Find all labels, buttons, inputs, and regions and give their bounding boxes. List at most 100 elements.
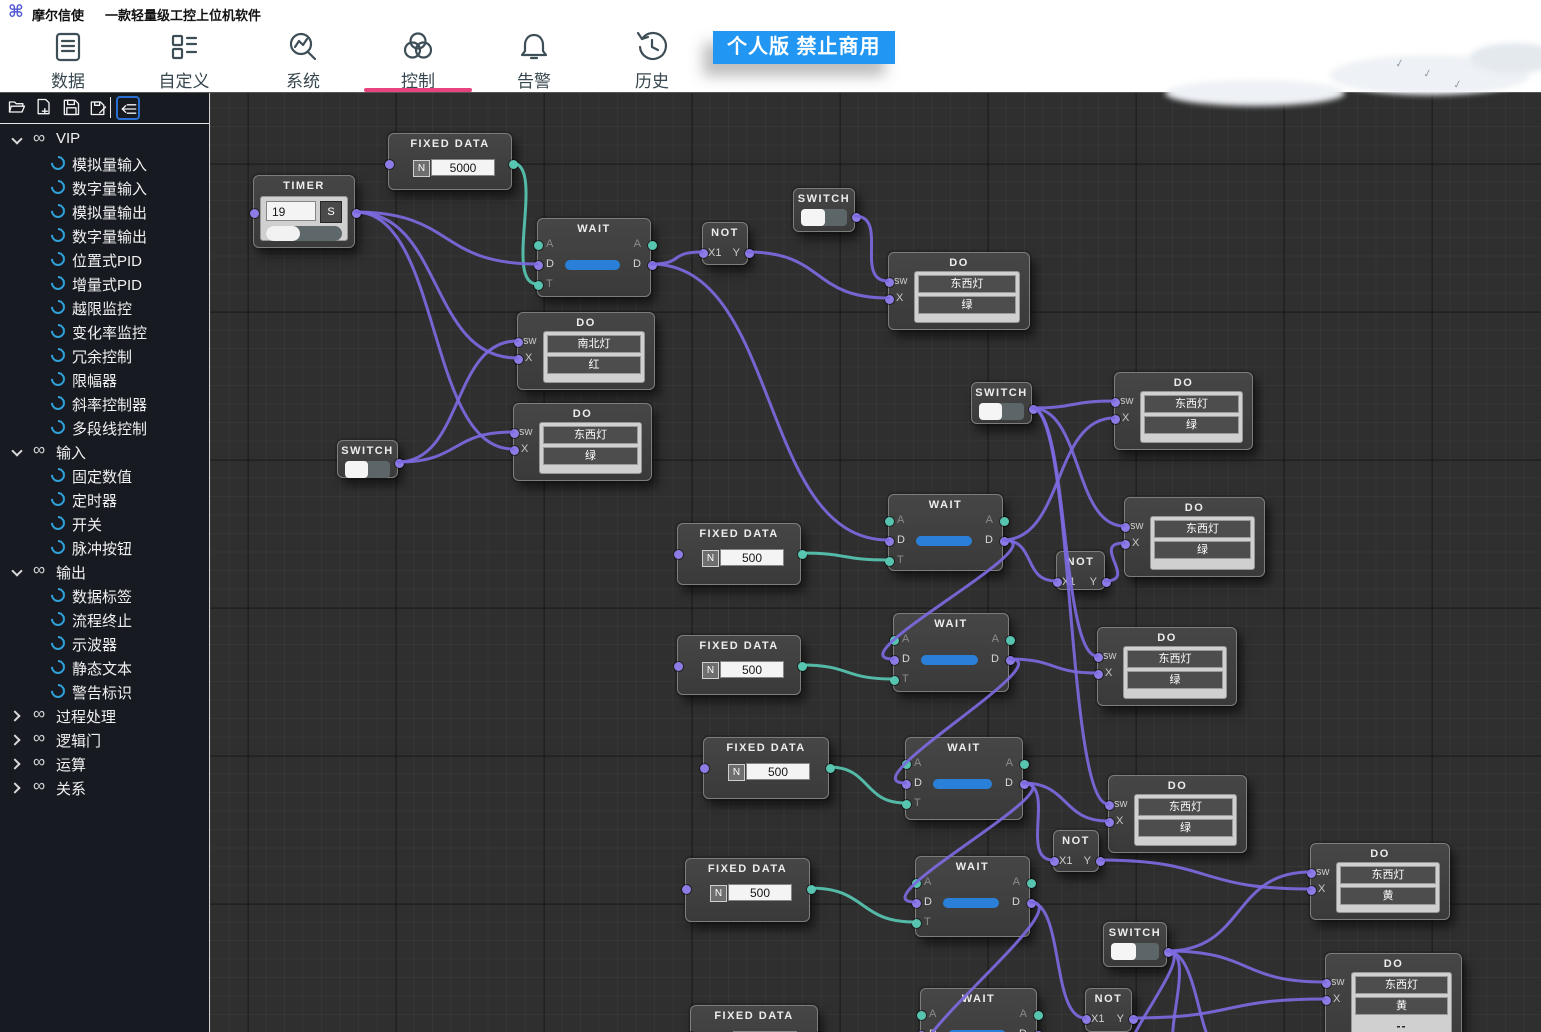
collapse-button[interactable] xyxy=(116,96,140,120)
port-Ar[interactable] xyxy=(1006,636,1015,645)
port-sw[interactable] xyxy=(510,429,519,438)
fixed-value-field[interactable]: 500 xyxy=(728,884,792,901)
chevron-down-icon[interactable] xyxy=(11,445,22,456)
switch-toggle[interactable] xyxy=(345,461,390,478)
port-out[interactable] xyxy=(798,550,807,559)
chevron-right-icon[interactable] xyxy=(9,734,20,745)
port-out[interactable] xyxy=(852,213,861,222)
port-out[interactable] xyxy=(1129,1015,1138,1024)
node-do[interactable]: DOswX东西灯绿-- xyxy=(513,403,652,481)
switch-toggle[interactable] xyxy=(801,209,847,226)
node-wait[interactable]: WAITADTAD xyxy=(920,988,1037,1032)
port-Ar[interactable] xyxy=(1034,1011,1043,1020)
node-do[interactable]: DOswX东西灯绿-- xyxy=(1097,627,1237,706)
tree-item-脉冲按钮[interactable]: 脉冲按钮 xyxy=(0,535,209,559)
tab-告警[interactable]: 告警 xyxy=(478,25,590,92)
port-Dl[interactable] xyxy=(890,656,899,665)
timer-value-field[interactable]: 19 xyxy=(266,201,316,221)
port-X[interactable] xyxy=(514,355,523,364)
node-do[interactable]: DOswX东西灯绿-- xyxy=(1108,775,1247,853)
node-do[interactable]: DOswX东西灯黄-- xyxy=(1325,953,1462,1032)
port-in[interactable] xyxy=(700,764,709,773)
file-add-button[interactable] xyxy=(33,96,57,120)
port-Tl[interactable] xyxy=(902,800,911,809)
port-Dr[interactable] xyxy=(1006,656,1015,665)
port-Dr[interactable] xyxy=(1020,780,1029,789)
port-sw[interactable] xyxy=(1111,398,1120,407)
chevron-down-icon[interactable] xyxy=(11,133,22,144)
port-X[interactable] xyxy=(1322,996,1331,1005)
tree-group-关系[interactable]: ∞关系 xyxy=(0,775,209,799)
port-in[interactable] xyxy=(699,249,708,258)
chevron-down-icon[interactable] xyxy=(11,565,22,576)
node-fixed[interactable]: FIXED DATAN500 xyxy=(677,635,801,695)
tree-item-定时器[interactable]: 定时器 xyxy=(0,487,209,511)
port-Dl[interactable] xyxy=(534,261,543,270)
switch-toggle[interactable] xyxy=(1111,943,1159,960)
tree-group-过程处理[interactable]: ∞过程处理 xyxy=(0,703,209,727)
tree-item-开关[interactable]: 开关 xyxy=(0,511,209,535)
tree-item-位置式PID[interactable]: 位置式PID xyxy=(0,247,209,271)
tree-item-数字量输入[interactable]: 数字量输入 xyxy=(0,175,209,199)
port-Al[interactable] xyxy=(912,879,921,888)
port-X[interactable] xyxy=(1307,886,1316,895)
port-out[interactable] xyxy=(798,662,807,671)
port-sw[interactable] xyxy=(1322,979,1331,988)
tree-item-冗余控制[interactable]: 冗余控制 xyxy=(0,343,209,367)
fixed-value-field[interactable]: 5000 xyxy=(431,159,495,176)
port-in[interactable] xyxy=(682,885,691,894)
node-switch[interactable]: SWITCH xyxy=(1103,922,1167,967)
timer-unit-button[interactable]: S xyxy=(320,201,342,223)
port-X[interactable] xyxy=(1121,540,1130,549)
tree-item-静态文本[interactable]: 静态文本 xyxy=(0,655,209,679)
port-X[interactable] xyxy=(1094,670,1103,679)
tab-控制[interactable]: 控制 xyxy=(362,25,474,92)
port-Dr[interactable] xyxy=(1027,899,1036,908)
port-sw[interactable] xyxy=(1105,801,1114,810)
port-Dl[interactable] xyxy=(912,899,921,908)
tree-group-输出[interactable]: ∞输出 xyxy=(0,559,209,583)
port-Al[interactable] xyxy=(890,636,899,645)
port-in[interactable] xyxy=(385,160,394,169)
switch-toggle[interactable] xyxy=(979,403,1024,420)
tree-item-限幅器[interactable]: 限幅器 xyxy=(0,367,209,391)
tree-item-模拟量输出[interactable]: 模拟量输出 xyxy=(0,199,209,223)
node-do[interactable]: DOswX东西灯绿-- xyxy=(1124,497,1265,577)
port-Tl[interactable] xyxy=(885,557,894,566)
node-fixed[interactable]: FIXED DATAN500 xyxy=(677,523,801,585)
port-sw[interactable] xyxy=(1094,653,1103,662)
tree-item-数字量输出[interactable]: 数字量输出 xyxy=(0,223,209,247)
node-switch[interactable]: SWITCH xyxy=(971,382,1032,424)
port-out[interactable] xyxy=(352,209,361,218)
tab-系统[interactable]: 系统 xyxy=(247,25,359,92)
port-X[interactable] xyxy=(510,446,519,455)
port-X[interactable] xyxy=(1111,415,1120,424)
port-Dl[interactable] xyxy=(885,537,894,546)
tab-数据[interactable]: 数据 xyxy=(12,25,124,92)
port-Tl[interactable] xyxy=(912,919,921,928)
port-out[interactable] xyxy=(1164,948,1173,957)
port-out[interactable] xyxy=(509,160,518,169)
tree-item-越限监控[interactable]: 越限监控 xyxy=(0,295,209,319)
port-sw[interactable] xyxy=(1307,869,1316,878)
tab-历史[interactable]: 历史 xyxy=(596,25,708,92)
save-as-button[interactable] xyxy=(87,96,111,120)
port-Tl[interactable] xyxy=(534,281,543,290)
tree-item-流程终止[interactable]: 流程终止 xyxy=(0,607,209,631)
port-X[interactable] xyxy=(1105,818,1114,827)
tree-group-运算[interactable]: ∞运算 xyxy=(0,751,209,775)
node-fixed[interactable]: FIXED DATAN5000 xyxy=(388,133,512,190)
tree-item-数据标签[interactable]: 数据标签 xyxy=(0,583,209,607)
save-button[interactable] xyxy=(60,96,84,120)
tree-item-变化率监控[interactable]: 变化率监控 xyxy=(0,319,209,343)
node-not[interactable]: NOTX1Y xyxy=(1056,551,1105,590)
tree-item-警告标识[interactable]: 警告标识 xyxy=(0,679,209,703)
port-Al[interactable] xyxy=(902,760,911,769)
node-not[interactable]: NOTX1Y xyxy=(1085,988,1132,1032)
port-Dl[interactable] xyxy=(902,780,911,789)
node-do[interactable]: DOswX东西灯黄-- xyxy=(1310,843,1450,920)
port-Ar[interactable] xyxy=(1020,760,1029,769)
folder-open-button[interactable] xyxy=(6,96,30,120)
port-in[interactable] xyxy=(674,662,683,671)
node-not[interactable]: NOTX1Y xyxy=(702,222,748,265)
